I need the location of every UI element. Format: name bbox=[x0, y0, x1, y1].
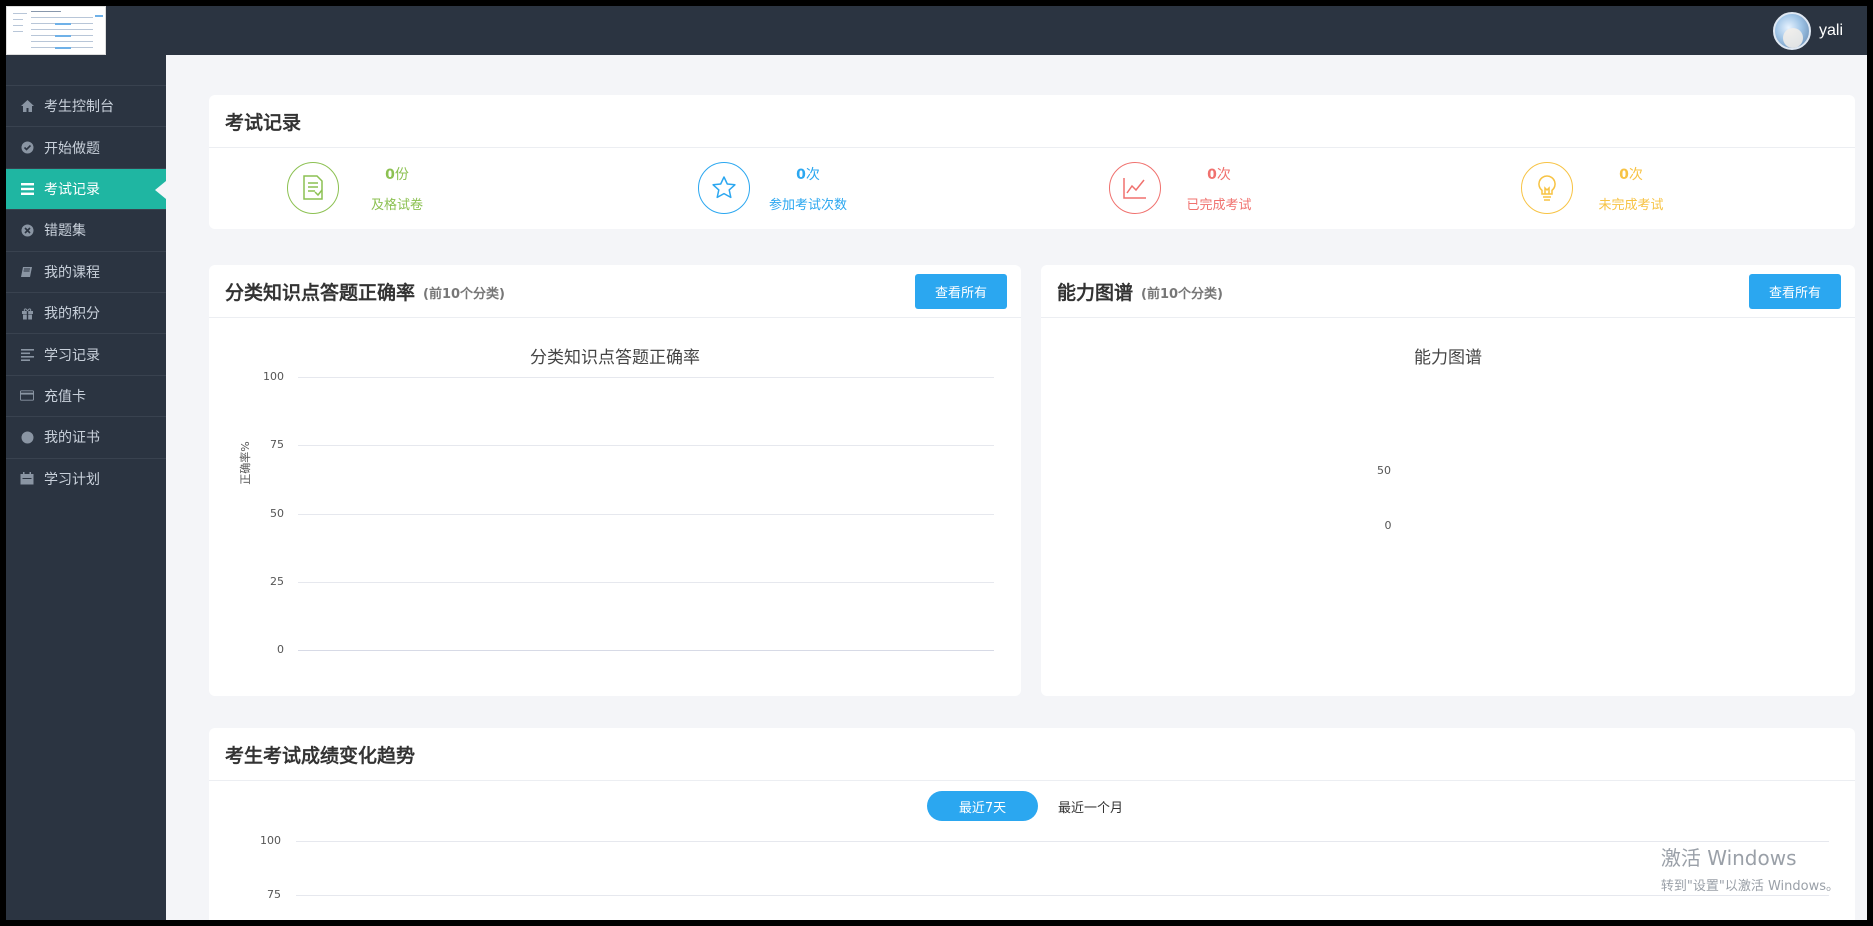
y-tick-label: 50 bbox=[270, 506, 284, 520]
line-chart-icon bbox=[1109, 162, 1161, 214]
accuracy-view-all-button[interactable]: 查看所有 bbox=[914, 274, 1007, 309]
chart-title: 分类知识点答题正确率 bbox=[530, 348, 700, 368]
stat-label: 及格试卷 bbox=[370, 198, 423, 213]
sidebar-item-label: 我的课程 bbox=[44, 264, 100, 281]
gift-icon bbox=[20, 306, 34, 320]
sidebar-item-label: 我的积分 bbox=[44, 306, 100, 323]
avatar[interactable] bbox=[1772, 12, 1811, 50]
sidebar-item[interactable]: 考试记录 bbox=[6, 167, 166, 210]
stat-card: 0次参加考试次数 bbox=[698, 162, 938, 216]
exam-stats: 0份 及格试卷 0次 参加考试次数 0次 已完成考试 0次 未完成考试 bbox=[209, 148, 1855, 228]
ability-panel: 能力图谱 (前10个分类) 查看所有 能力图谱 50 0 bbox=[1041, 265, 1855, 696]
y-tick-label: 0 bbox=[277, 643, 284, 656]
watermark-line-1: 激活 Windows bbox=[1660, 846, 1797, 870]
top-bar: yali bbox=[6, 6, 1867, 55]
trend-range-tabs: 最近7天 最近一个月 bbox=[927, 791, 1123, 821]
stat-label: 参加考试次数 bbox=[768, 198, 847, 213]
grid-line bbox=[298, 650, 994, 651]
book-icon bbox=[20, 265, 34, 279]
ability-header: 能力图谱 (前10个分类) 查看所有 bbox=[1041, 265, 1855, 318]
ability-subtitle: (前10个分类) bbox=[1141, 287, 1223, 302]
home-icon bbox=[20, 99, 34, 113]
y-tick-label: 75 bbox=[270, 438, 284, 452]
grid-line bbox=[298, 513, 994, 515]
lightbulb-icon bbox=[1521, 162, 1573, 214]
star-icon bbox=[698, 162, 750, 214]
accuracy-chart: 分类知识点答题正确率 100 75 50 25 0 正确率% bbox=[209, 319, 1021, 696]
ability-chart: 能力图谱 50 0 bbox=[1041, 319, 1855, 696]
radar-tick-label: 50 bbox=[1377, 464, 1391, 477]
user-menu[interactable]: yali bbox=[1772, 12, 1843, 50]
accuracy-header: 分类知识点答题正确率 (前10个分类) 查看所有 bbox=[209, 265, 1021, 318]
grid-line bbox=[298, 377, 994, 378]
stat-label: 未完成考试 bbox=[1598, 198, 1664, 213]
document-icon bbox=[287, 162, 339, 214]
trend-header: 考生考试成绩变化趋势 bbox=[209, 728, 1855, 781]
sidebar-item-label: 充值卡 bbox=[44, 388, 86, 405]
certificate-icon bbox=[20, 430, 34, 444]
stat-label: 已完成考试 bbox=[1186, 198, 1252, 213]
credit-card-icon bbox=[20, 389, 34, 403]
align-left-icon bbox=[20, 348, 34, 362]
stat-card: 0份及格试卷 bbox=[287, 162, 527, 216]
y-tick-label: 25 bbox=[270, 574, 284, 588]
sidebar-item-label: 考生控制台 bbox=[44, 99, 114, 116]
exam-records-header: 考试记录 bbox=[209, 95, 1855, 148]
sidebar-item-label: 学习记录 bbox=[44, 347, 100, 364]
stat-value: 0份 bbox=[385, 167, 409, 183]
sidebar-item[interactable]: 学习计划 bbox=[6, 457, 166, 499]
sidebar-item-label: 学习计划 bbox=[44, 471, 100, 488]
accuracy-subtitle: (前10个分类) bbox=[423, 287, 505, 302]
stat-card: 0次未完成考试 bbox=[1521, 162, 1761, 216]
accuracy-title: 分类知识点答题正确率 bbox=[225, 281, 416, 304]
stat-value: 0次 bbox=[796, 167, 820, 183]
y-tick-label: 100 bbox=[263, 370, 284, 383]
sidebar-item[interactable]: 错题集 bbox=[6, 209, 166, 250]
chart-title: 能力图谱 bbox=[1414, 348, 1482, 368]
stat-value: 0次 bbox=[1207, 167, 1231, 183]
sidebar: 考生控制台开始做题考试记录错题集我的课程我的积分学习记录充值卡我的证书学习计划 bbox=[6, 55, 166, 920]
watermark-line-2: 转到"设置"以激活 Windows。 bbox=[1660, 879, 1839, 894]
y-tick-label: 75 bbox=[267, 888, 281, 901]
sidebar-item[interactable]: 我的课程 bbox=[6, 250, 166, 292]
grid-line bbox=[298, 445, 994, 447]
sidebar-item-label: 我的证书 bbox=[44, 430, 100, 447]
accuracy-panel: 分类知识点答题正确率 (前10个分类) 查看所有 分类知识点答题正确率 100 7… bbox=[209, 265, 1021, 696]
sidebar-item[interactable]: 学习记录 bbox=[6, 333, 166, 374]
app-window: yali 考生控制台 开始做题 考试记录 错题集 我的课程 我的积分 学习记录 充值卡 我的证书… bbox=[6, 6, 1867, 920]
username[interactable]: yali bbox=[1819, 22, 1843, 40]
sidebar-item[interactable]: 我的积分 bbox=[6, 291, 166, 333]
grid-line bbox=[298, 581, 994, 583]
close-circle-icon bbox=[20, 223, 34, 237]
sidebar-item-label: 考试记录 bbox=[44, 181, 100, 198]
radar-tick-label: 0 bbox=[1384, 519, 1392, 532]
sidebar-menu: 考生控制台开始做题考试记录错题集我的课程我的积分学习记录充值卡我的证书学习计划 bbox=[6, 85, 166, 499]
check-circle-icon bbox=[20, 141, 34, 155]
sidebar-item[interactable]: 开始做题 bbox=[6, 126, 166, 167]
windows-activation-watermark: 激活 Windows 转到"设置"以激活 Windows。 bbox=[1661, 842, 1839, 894]
grid-line bbox=[296, 895, 1829, 896]
tab-last-month[interactable]: 最近一个月 bbox=[1058, 797, 1123, 816]
exam-records-panel: 考试记录 0份 及格试卷 0次 参加考试次数 0次 已完成考试 0次 未完成考试 bbox=[209, 95, 1855, 229]
sidebar-item-label: 错题集 bbox=[44, 223, 86, 240]
list-icon bbox=[20, 182, 34, 196]
sidebar-item[interactable]: 考生控制台 bbox=[6, 85, 166, 126]
logo-thumbnail[interactable] bbox=[6, 6, 106, 55]
trend-title: 考生考试成绩变化趋势 bbox=[225, 744, 416, 767]
ability-title: 能力图谱 bbox=[1057, 281, 1134, 304]
y-tick-label: 100 bbox=[260, 834, 281, 847]
ability-view-all-button[interactable]: 查看所有 bbox=[1748, 274, 1841, 309]
trend-panel: 考生考试成绩变化趋势 最近7天 最近一个月 100 75 bbox=[209, 728, 1855, 920]
y-axis-label: 正确率% bbox=[239, 441, 252, 485]
grid-line bbox=[296, 841, 1829, 842]
tab-last-7-days[interactable]: 最近7天 bbox=[927, 791, 1038, 821]
stat-card: 0次已完成考试 bbox=[1109, 162, 1349, 216]
sidebar-item-label: 开始做题 bbox=[44, 140, 100, 157]
sidebar-item[interactable]: 充值卡 bbox=[6, 374, 166, 416]
sidebar-item[interactable]: 我的证书 bbox=[6, 416, 166, 457]
calendar-icon bbox=[20, 472, 34, 486]
exam-records-title: 考试记录 bbox=[225, 111, 302, 134]
stat-value: 0次 bbox=[1619, 167, 1643, 183]
